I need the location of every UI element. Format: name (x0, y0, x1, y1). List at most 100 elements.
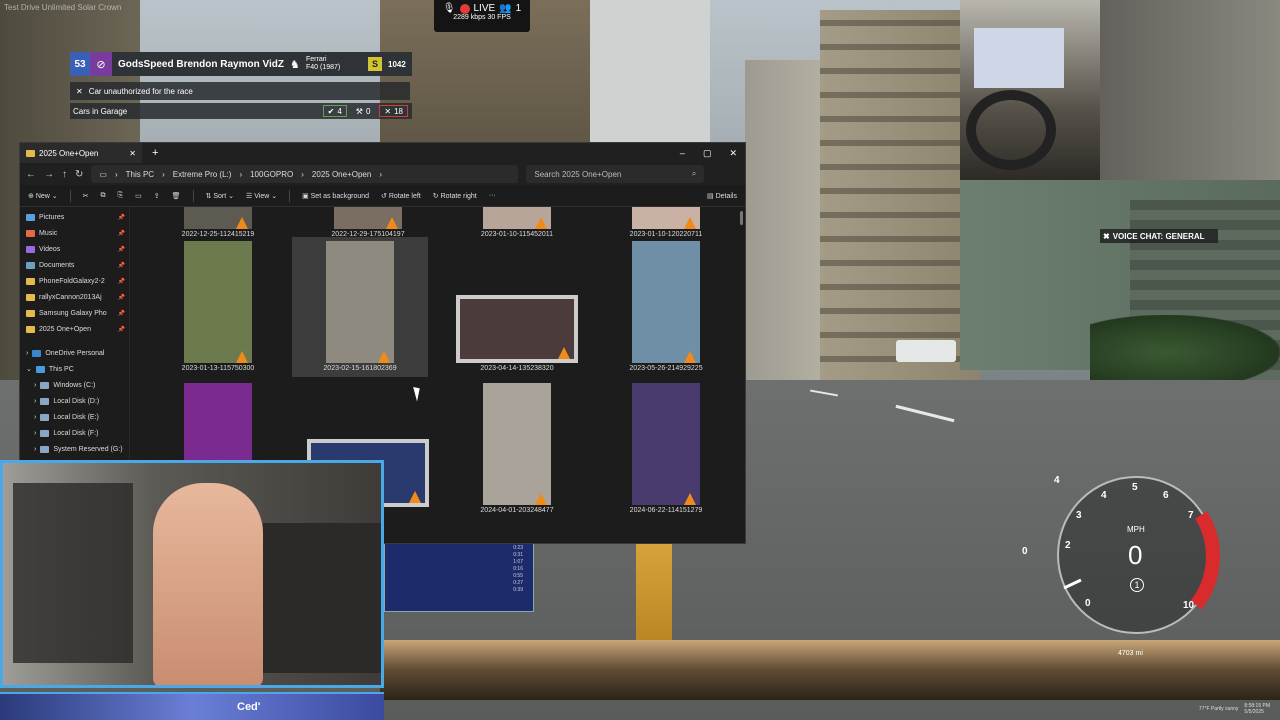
video-thumbnail (632, 241, 700, 363)
view-button[interactable]: ☰ View ⌄ (246, 192, 277, 200)
nav-item-drive[interactable]: › Windows (C:) (20, 377, 129, 393)
gauge-tick: 0 (1022, 546, 1028, 557)
nav-item-drive[interactable]: › System Reserved (G:) (20, 441, 129, 457)
rename-icon[interactable]: ▭ (135, 192, 142, 200)
nav-item-videos[interactable]: Videos 📌 (20, 241, 129, 257)
expand-icon: › (34, 397, 37, 405)
music-icon (26, 229, 35, 237)
repair-count: ⚒ 0 (355, 106, 371, 116)
file-item[interactable]: 2022-12-25-112415219 (148, 207, 288, 238)
trees (1090, 315, 1280, 390)
file-item[interactable]: 2023-01-13-115750300 (148, 241, 288, 372)
webcam-name-bar: Ced' (0, 692, 384, 720)
nav-item-folder[interactable]: rallyxCannon2013Aj 📌 (20, 289, 129, 305)
car-name: Ferrari F40 (1987) (306, 56, 368, 72)
video-thumbnail (632, 207, 700, 229)
nav-item-drive[interactable]: › Local Disk (D:) (20, 393, 129, 409)
file-item[interactable]: 2022-12-29-175104197 (298, 207, 438, 238)
paste-icon[interactable]: ⎘ (118, 192, 124, 200)
maximize-button[interactable]: ▢ (703, 148, 712, 159)
more-button[interactable]: ··· (489, 192, 496, 199)
explorer-tab[interactable]: 2025 One+Open ✕ (20, 143, 142, 163)
folder-icon (26, 277, 35, 285)
videos-icon (26, 245, 35, 253)
folder-icon (26, 293, 35, 301)
rotate-right-button[interactable]: ↻ Rotate right (433, 192, 477, 200)
expand-icon[interactable]: › (26, 350, 28, 357)
file-item[interactable]: 2023-01-10-120220711 (596, 207, 736, 238)
nav-item-pictures[interactable]: Pictures 📌 (20, 209, 129, 225)
rig-webcam (960, 0, 1100, 180)
breadcrumb-item[interactable]: 2025 One+Open (312, 170, 371, 179)
vlc-icon (684, 493, 696, 505)
forward-button[interactable]: → (44, 169, 54, 180)
weather-widget[interactable]: 77°F Partly sunny (1199, 706, 1239, 712)
nav-item-folder[interactable]: PhoneFoldGalaxy2-2 📌 (20, 273, 129, 289)
cut-icon[interactable]: ✂ (83, 192, 89, 200)
drive-icon (40, 445, 50, 453)
vlc-icon (236, 351, 248, 363)
file-item-selected[interactable]: 2023-02-15-161802369 (292, 237, 428, 377)
video-thumbnail (184, 207, 252, 229)
nav-item-this-pc[interactable]: ⌄ This PC (20, 361, 129, 377)
road-center-strip (636, 540, 672, 650)
nav-item-drive[interactable]: › Local Disk (F:) (20, 425, 129, 441)
breadcrumb-item[interactable]: This PC (126, 170, 154, 179)
pin-icon: 📌 (117, 326, 125, 333)
new-button[interactable]: ⊕ New ⌄ (28, 192, 58, 200)
video-thumbnail (632, 383, 700, 505)
rotate-left-button[interactable]: ↺ Rotate left (381, 192, 421, 200)
close-tab-icon[interactable]: ✕ (129, 149, 136, 158)
race-warning: ✕ Car unauthorized for the race (70, 82, 410, 100)
nav-item-drive[interactable]: › Local Disk (E:) (20, 409, 129, 425)
refresh-button[interactable]: ↻ (75, 169, 83, 180)
sort-button[interactable]: ⇅ Sort ⌄ (206, 192, 234, 200)
file-item[interactable]: 2024-06-22-114151279 (596, 383, 736, 514)
share-icon[interactable]: ⇪ (154, 192, 160, 200)
back-button[interactable]: ← (26, 169, 36, 180)
new-tab-button[interactable]: + (152, 147, 158, 159)
viewers-icon: 👥 (499, 3, 512, 14)
file-item[interactable]: 2023-04-14-135238320 (447, 295, 587, 372)
building (590, 0, 710, 150)
scrollbar-thumb[interactable] (740, 211, 743, 225)
nav-item-documents[interactable]: Documents 📌 (20, 257, 129, 273)
address-bar[interactable]: ▭ › This PC › Extreme Pro (L:) › 100GOPRO › … (91, 165, 519, 183)
video-thumbnail (334, 207, 402, 229)
vlc-icon (558, 347, 570, 359)
minimize-button[interactable]: – (680, 148, 685, 159)
race-position: 53 (70, 52, 90, 76)
nav-item-folder[interactable]: Samsung Galaxy Pho 📌 (20, 305, 129, 321)
copy-icon[interactable]: ⧉ (101, 192, 106, 200)
video-thumbnail (483, 383, 551, 505)
delete-icon[interactable]: 🗑 (172, 192, 181, 200)
pin-icon: 📌 (117, 262, 125, 269)
nav-item-folder[interactable]: 2025 One+Open 📌 (20, 321, 129, 337)
vlc-icon (684, 217, 696, 229)
clock[interactable]: 8:58:15 PM 5/5/2025 (1244, 703, 1270, 715)
breadcrumb-item[interactable]: Extreme Pro (L:) (173, 170, 232, 179)
search-input[interactable]: Search 2025 One+Open ⌕ (526, 165, 705, 183)
documents-icon (26, 261, 35, 269)
set-background-button[interactable]: ▣ Set as background (302, 192, 369, 200)
check-icon: ✔ (327, 106, 335, 116)
file-item[interactable]: 2023-05-26-214929225 (596, 241, 736, 372)
file-item[interactable]: 2023-01-10-115452011 (447, 207, 587, 238)
nav-item-music[interactable]: Music 📌 (20, 225, 129, 241)
stream-status: 🎙 LIVE 👥 1 2289 kbps 30 FPS (434, 0, 530, 32)
close-button[interactable]: ✕ (729, 148, 737, 159)
rig-webcam-right (1100, 0, 1280, 180)
pin-icon: 📌 (117, 278, 125, 285)
expand-icon: › (34, 429, 37, 437)
club-emblem-icon: ⊘ (90, 52, 112, 76)
up-button[interactable]: ↑ (62, 169, 67, 180)
breadcrumb-item[interactable]: 100GOPRO (250, 170, 293, 179)
background-window[interactable]: 0:23 0:31 1:07 0:16 0:55 0:27 0:39 (384, 540, 534, 612)
file-item[interactable]: 2024-04-01-203248477 (447, 383, 587, 514)
collapse-icon[interactable]: ⌄ (26, 365, 32, 373)
vlc-icon (409, 491, 421, 503)
nav-item-onedrive[interactable]: › OneDrive Personal (20, 345, 129, 361)
gauge-tick: 0 (1085, 598, 1091, 609)
details-button[interactable]: ▤ Details (707, 192, 737, 200)
folder-icon (26, 309, 35, 317)
